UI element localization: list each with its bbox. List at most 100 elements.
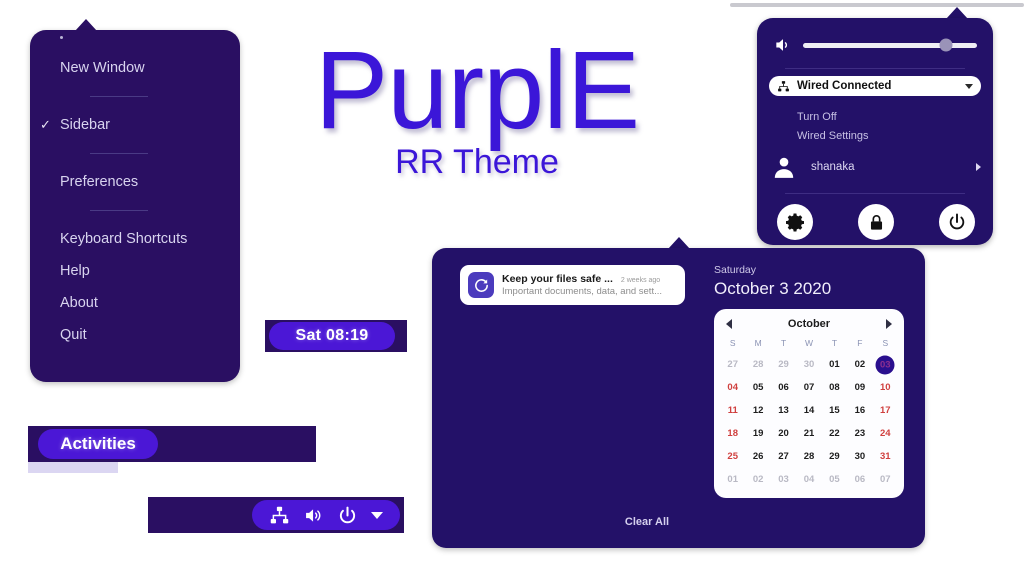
calendar-day[interactable]: 31 bbox=[873, 445, 898, 468]
calendar-day[interactable]: 07 bbox=[873, 468, 898, 491]
calendar-day[interactable]: 03 bbox=[771, 468, 796, 491]
calendar-day[interactable]: 01 bbox=[822, 353, 847, 376]
calendar-day[interactable]: 05 bbox=[822, 468, 847, 491]
lock-button[interactable] bbox=[858, 204, 894, 240]
notification-timestamp: 2 weeks ago bbox=[620, 277, 661, 284]
user-avatar-icon bbox=[774, 157, 794, 178]
calendar-day[interactable]: 15 bbox=[822, 399, 847, 422]
page-title: PurplE bbox=[314, 29, 640, 152]
volume-slider-handle[interactable] bbox=[939, 38, 953, 52]
calendar-day[interactable]: 02 bbox=[745, 468, 770, 491]
settings-button[interactable] bbox=[777, 204, 813, 240]
app-menu-popover: New Window ✓ Sidebar Preferences Keyboar… bbox=[30, 30, 240, 382]
calendar-day[interactable]: 12 bbox=[745, 399, 770, 422]
calendar-day[interactable]: 30 bbox=[796, 353, 821, 376]
check-icon: ✓ bbox=[40, 117, 51, 132]
calendar-day[interactable]: 06 bbox=[771, 376, 796, 399]
calendar-day[interactable]: 16 bbox=[847, 399, 872, 422]
sync-refresh-icon bbox=[468, 272, 494, 298]
network-status-row[interactable]: Wired Connected bbox=[769, 76, 981, 96]
clock-pill[interactable]: Sat 08:19 bbox=[269, 322, 395, 350]
calendar-day-grid: 27 28 29 30 01 02 03 04 05 06 07 08 09 10 11 12 13 14 15 16… bbox=[720, 353, 898, 491]
power-button[interactable] bbox=[939, 204, 975, 240]
calendar-day[interactable]: 23 bbox=[847, 422, 872, 445]
calendar-day[interactable]: 27 bbox=[720, 353, 745, 376]
calendar-weekday-label: Saturday bbox=[714, 264, 757, 276]
calendar-widget: October SMTWTFS 27 28 29 30 01 02 03 04 05 06 07 08… bbox=[714, 309, 904, 498]
activities-bar: Activities bbox=[28, 426, 316, 462]
chevron-down-icon[interactable] bbox=[371, 511, 384, 519]
menu-item-label: About bbox=[60, 295, 98, 311]
calendar-day[interactable]: 08 bbox=[822, 376, 847, 399]
calendar-day[interactable]: 09 bbox=[847, 376, 872, 399]
calendar-day[interactable]: 20 bbox=[771, 422, 796, 445]
calendar-dow-4: T bbox=[831, 338, 838, 348]
activities-button[interactable]: Activities bbox=[38, 429, 158, 459]
menu-separator bbox=[90, 210, 148, 211]
calendar-day[interactable]: 11 bbox=[720, 399, 745, 422]
activities-label: Activities bbox=[60, 434, 136, 453]
menu-item-quit[interactable]: Quit bbox=[30, 319, 240, 351]
calendar-day[interactable]: 21 bbox=[796, 422, 821, 445]
calendar-day[interactable]: 18 bbox=[720, 422, 745, 445]
network-turn-off-action[interactable]: Turn Off bbox=[797, 111, 837, 123]
calendar-day[interactable]: 07 bbox=[796, 376, 821, 399]
calendar-today-marker: 03 bbox=[875, 355, 895, 374]
status-tray-pill[interactable] bbox=[252, 500, 400, 530]
calendar-day[interactable]: 24 bbox=[873, 422, 898, 445]
calendar-day[interactable]: 01 bbox=[720, 468, 745, 491]
system-action-buttons bbox=[777, 204, 975, 240]
calendar-day[interactable]: 29 bbox=[771, 353, 796, 376]
calendar-day[interactable]: 25 bbox=[720, 445, 745, 468]
calendar-day[interactable]: 27 bbox=[771, 445, 796, 468]
calendar-day[interactable]: 19 bbox=[745, 422, 770, 445]
status-tray-bar bbox=[148, 497, 404, 533]
calendar-dow-3: W bbox=[804, 338, 813, 348]
calendar-day[interactable]: 05 bbox=[745, 376, 770, 399]
network-icon[interactable] bbox=[269, 505, 290, 526]
calendar-day[interactable]: 28 bbox=[745, 353, 770, 376]
chevron-right-icon[interactable] bbox=[886, 319, 892, 329]
calendar-day[interactable]: 02 bbox=[847, 353, 872, 376]
menu-item-sidebar[interactable]: ✓ Sidebar bbox=[30, 109, 240, 141]
calendar-day[interactable]: 06 bbox=[847, 468, 872, 491]
calendar-day[interactable]: 04 bbox=[720, 376, 745, 399]
brand-wordmark: PurplE RR Theme bbox=[282, 29, 672, 182]
chevron-right-icon[interactable] bbox=[976, 163, 981, 171]
calendar-day[interactable]: 03 bbox=[873, 353, 898, 376]
menu-item-help[interactable]: Help bbox=[30, 255, 240, 287]
volume-icon[interactable] bbox=[303, 505, 324, 526]
calendar-day[interactable]: 17 bbox=[873, 399, 898, 422]
menu-item-about[interactable]: About bbox=[30, 287, 240, 319]
menu-item-preferences[interactable]: Preferences bbox=[30, 166, 240, 198]
calendar-day[interactable]: 30 bbox=[847, 445, 872, 468]
volume-slider[interactable] bbox=[803, 38, 977, 52]
calendar-day-headers: SMTWTFS bbox=[720, 335, 898, 353]
menu-item-label: New Window bbox=[60, 60, 145, 76]
user-account-row[interactable]: shanaka bbox=[771, 150, 981, 184]
power-icon[interactable] bbox=[337, 505, 358, 526]
calendar-day[interactable]: 29 bbox=[822, 445, 847, 468]
wired-settings-action[interactable]: Wired Settings bbox=[797, 130, 869, 142]
system-menu-popover: Wired Connected Turn Off Wired Settings … bbox=[757, 18, 993, 245]
clock-widget[interactable]: Sat 08:19 bbox=[265, 320, 407, 352]
menu-item-keyboard-shortcuts[interactable]: Keyboard Shortcuts bbox=[30, 223, 240, 255]
top-bar-strip bbox=[730, 3, 1024, 7]
user-name-label: shanaka bbox=[811, 161, 855, 173]
menu-separator bbox=[90, 153, 148, 154]
system-menu-separator bbox=[785, 68, 965, 69]
menu-item-new-window[interactable]: New Window bbox=[30, 52, 240, 84]
power-icon bbox=[949, 213, 965, 230]
calendar-day[interactable]: 04 bbox=[796, 468, 821, 491]
calendar-day[interactable]: 13 bbox=[771, 399, 796, 422]
calendar-day[interactable]: 10 bbox=[873, 376, 898, 399]
chevron-left-icon[interactable] bbox=[726, 319, 732, 329]
chevron-down-icon[interactable] bbox=[965, 83, 973, 89]
clear-all-button[interactable]: Clear All bbox=[582, 516, 712, 528]
calendar-day[interactable]: 26 bbox=[745, 445, 770, 468]
calendar-day[interactable]: 22 bbox=[822, 422, 847, 445]
calendar-day[interactable]: 14 bbox=[796, 399, 821, 422]
notification-item[interactable]: Keep your files safe ... 2 weeks ago Imp… bbox=[460, 265, 685, 305]
calendar-day[interactable]: 28 bbox=[796, 445, 821, 468]
volume-control[interactable] bbox=[773, 32, 977, 58]
